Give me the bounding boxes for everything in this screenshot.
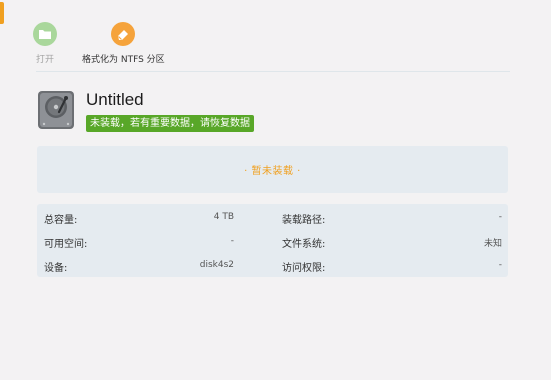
access-permission-value: - [498, 260, 502, 270]
info-row: 总容量: 4 TB 装载路径: - [37, 206, 508, 230]
hard-drive-icon [37, 90, 75, 130]
mount-path-label: 装载路径: [282, 215, 326, 226]
mount-path-value: - [498, 212, 502, 222]
file-system-label: 文件系统: [282, 239, 326, 250]
device-value: disk4s2 [199, 260, 234, 270]
open-button-label: 打开 [35, 55, 54, 65]
unmounted-warning-badge: 未装载，若有重要数据，请恢复数据 [86, 115, 254, 132]
disk-info-panel: 总容量: 4 TB 装载路径: - 可用空间: - 文件系统: 未知 设备: d… [37, 204, 508, 277]
toolbar: 打开 格式化为 NTFS 分区 [0, 0, 551, 72]
disk-name: Untitled [86, 90, 144, 109]
file-system-value: 未知 [483, 239, 502, 249]
info-row: 设备: disk4s2 访问权限: - [37, 254, 508, 278]
info-row: 可用空间: - 文件系统: 未知 [37, 230, 508, 254]
access-permission-label: 访问权限: [282, 263, 326, 274]
available-space-label: 可用空间: [44, 239, 88, 250]
format-ntfs-label: 格式化为 NTFS 分区 [82, 55, 165, 65]
folder-icon [33, 22, 57, 46]
total-capacity-value: 4 TB [213, 212, 234, 222]
mount-status-panel: · 暂未装载 · [37, 146, 508, 193]
available-space-value: - [230, 236, 234, 246]
eraser-icon [111, 22, 136, 46]
total-capacity-label: 总容量: [44, 215, 78, 226]
device-label: 设备: [44, 263, 68, 274]
open-button[interactable]: 打开 [33, 22, 57, 65]
format-ntfs-button[interactable]: 格式化为 NTFS 分区 [82, 22, 165, 65]
toolbar-divider [36, 71, 510, 72]
app-window: 打开 格式化为 NTFS 分区 Untitled 未装载，若有重要数据，请恢复数… [0, 0, 551, 380]
mount-status-text: · 暂未装载 · [244, 166, 301, 177]
